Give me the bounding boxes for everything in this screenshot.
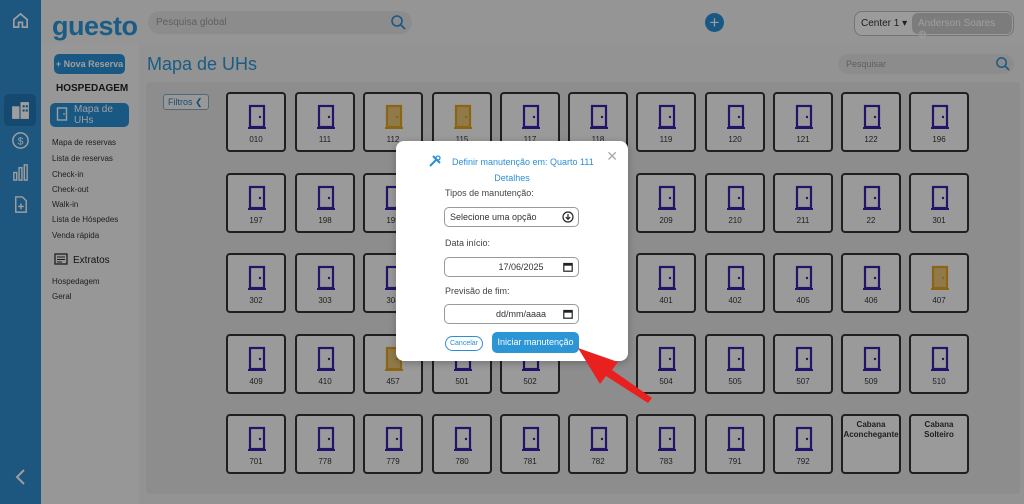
end-date-value: dd/mm/aaaa xyxy=(495,309,547,319)
annotation-arrow-icon xyxy=(578,348,652,403)
maintenance-type-label: Tipos de manutenção: xyxy=(445,188,534,198)
start-date-input[interactable]: 17/06/2025 xyxy=(444,257,579,277)
calendar-icon[interactable] xyxy=(563,262,573,274)
maintenance-type-select[interactable]: Selecione uma opção xyxy=(444,207,579,227)
start-date-label: Data início: xyxy=(445,238,491,248)
maintenance-modal: Definir manutenção em: Quarto 111 ✕ Deta… xyxy=(396,141,628,361)
end-date-input[interactable]: dd/mm/aaaa xyxy=(444,304,579,324)
cancel-button[interactable]: Cancelar xyxy=(445,336,483,351)
dropdown-icon xyxy=(562,211,574,225)
start-maintenance-button[interactable]: Iniciar manutenção xyxy=(492,332,579,353)
end-date-label: Previsão de fim: xyxy=(445,286,510,296)
close-icon[interactable]: ✕ xyxy=(606,148,618,165)
maintenance-type-value: Selecione uma opção xyxy=(450,212,537,222)
calendar-icon[interactable] xyxy=(563,309,573,321)
start-date-value: 17/06/2025 xyxy=(498,262,544,272)
modal-subtitle: Detalhes xyxy=(494,173,530,183)
tools-icon xyxy=(428,154,442,173)
modal-title: Definir manutenção em: Quarto 111 xyxy=(452,157,594,167)
